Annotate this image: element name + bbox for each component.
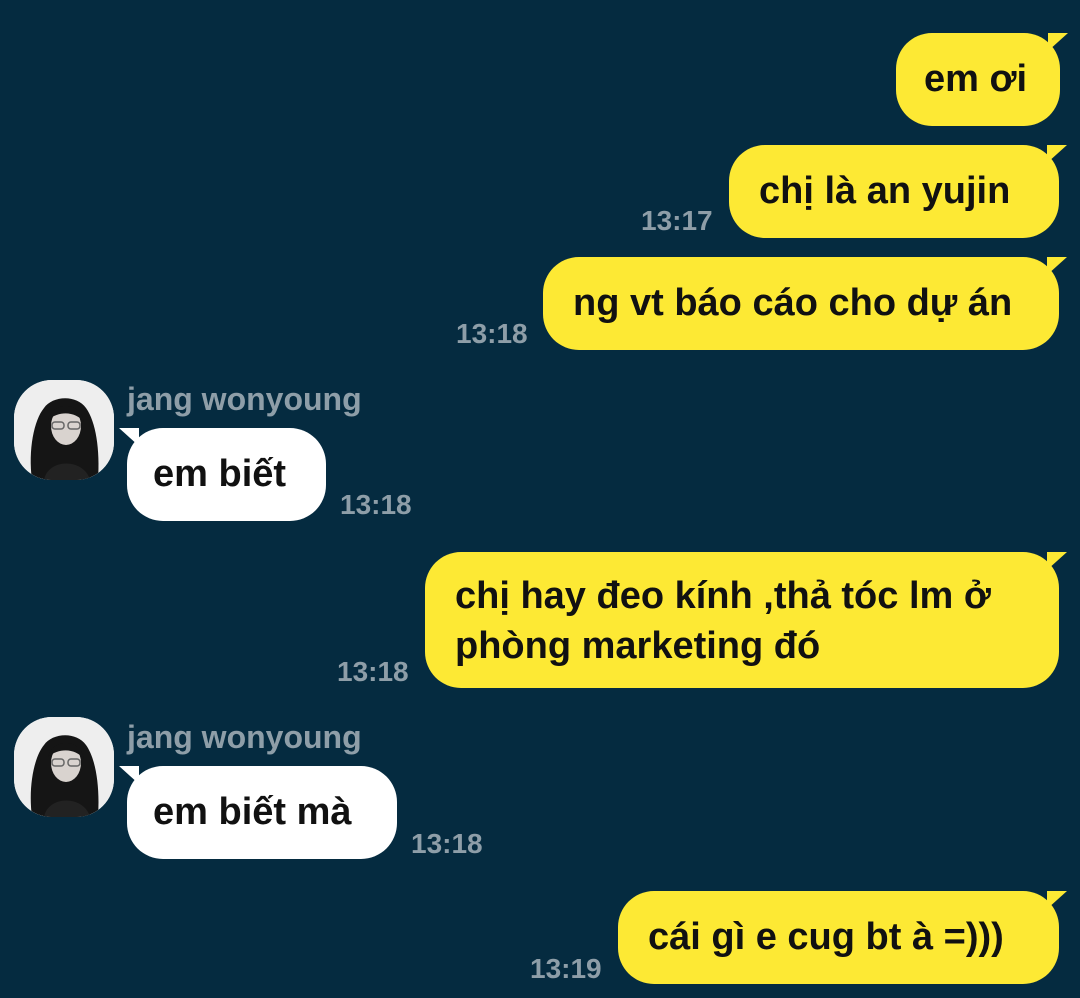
message-text: em biết — [153, 453, 287, 495]
message-time: 13:19 — [530, 953, 602, 984]
message-text-line-2: phòng marketing đó — [455, 625, 821, 667]
bubble-tail — [119, 766, 139, 784]
bubble-tail — [1047, 552, 1067, 570]
outgoing-message[interactable]: chị hay đeo kính ,thả tóc lm ở phòng mar… — [425, 552, 1067, 688]
bubble-tail — [1047, 891, 1067, 909]
message-text: cái gì e cug bt à =))) — [648, 916, 1004, 958]
message-text-line-1: chị hay đeo kính ,thả tóc lm ở — [455, 575, 991, 617]
avatar[interactable] — [14, 380, 114, 480]
sender-name: jang wonyoung — [127, 719, 362, 755]
incoming-message[interactable]: em biết mà — [119, 766, 397, 859]
bubble-tail — [1047, 145, 1067, 163]
message-time: 13:18 — [411, 828, 483, 859]
outgoing-message[interactable]: ng vt báo cáo cho dự án — [543, 257, 1067, 350]
person-avatar-icon — [14, 380, 114, 480]
bubble-tail — [119, 428, 139, 446]
outgoing-message[interactable]: chị là an yujin — [729, 145, 1067, 238]
incoming-message[interactable]: em biết — [119, 428, 326, 521]
person-avatar-icon — [14, 717, 114, 817]
bubble-tail — [1047, 257, 1067, 275]
message-text: em ơi — [924, 58, 1028, 100]
outgoing-message[interactable]: cái gì e cug bt à =))) — [618, 891, 1067, 984]
sender-name: jang wonyoung — [127, 381, 362, 417]
bubble-tail — [1048, 33, 1068, 51]
message-time: 13:18 — [337, 656, 409, 687]
message-time: 13:17 — [641, 205, 713, 236]
message-time: 13:18 — [456, 318, 528, 349]
avatar[interactable] — [14, 717, 114, 817]
message-text: ng vt báo cáo cho dự án — [573, 282, 1013, 324]
message-text: em biết mà — [153, 791, 352, 833]
outgoing-message[interactable]: em ơi — [896, 33, 1068, 126]
message-text: chị là an yujin — [759, 170, 1011, 212]
message-time: 13:18 — [340, 489, 412, 520]
